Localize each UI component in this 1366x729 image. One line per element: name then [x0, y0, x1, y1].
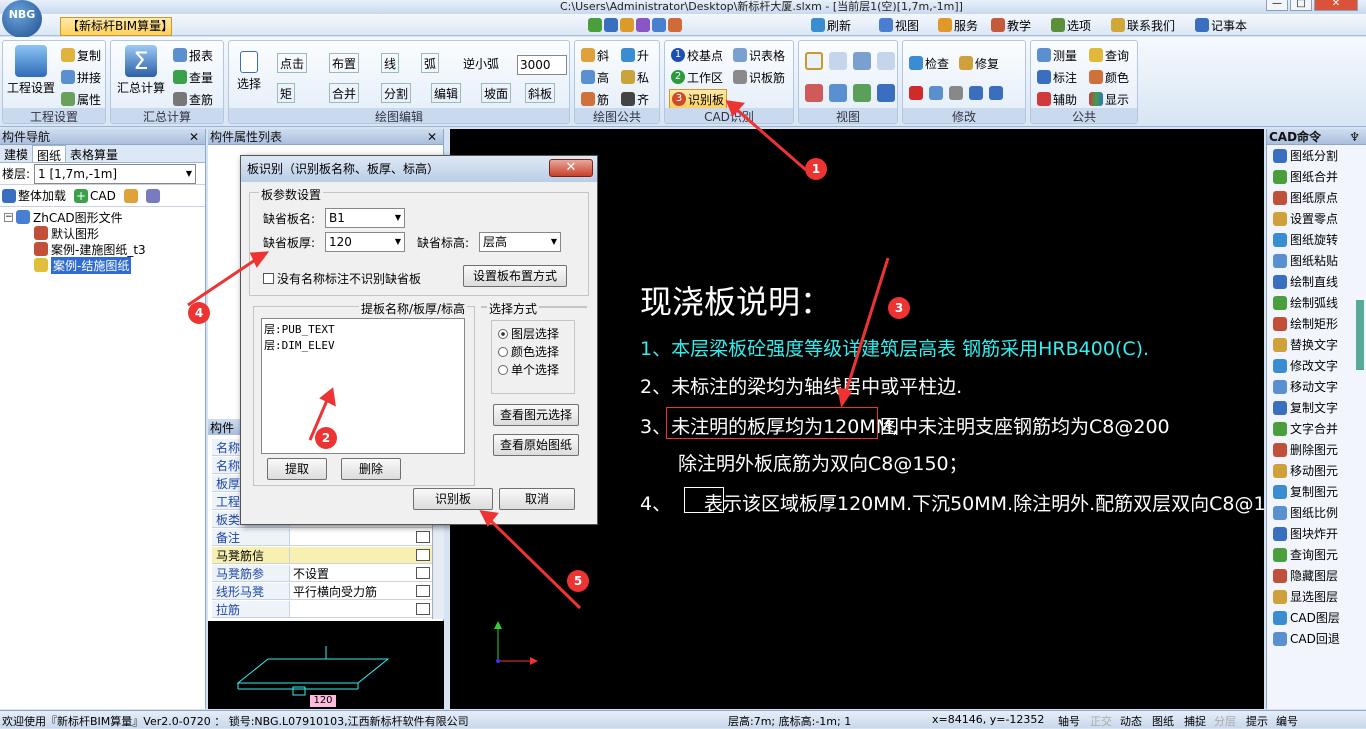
annotation-marker-2: 2 [315, 427, 337, 449]
annotation-marker-5: 5 [567, 570, 589, 592]
annotation-marker-3: 3 [888, 297, 910, 319]
annotation-marker-4: 4 [188, 302, 210, 324]
annotation-marker-1: 1 [805, 158, 827, 180]
annotation-arrows [187, 100, 890, 610]
